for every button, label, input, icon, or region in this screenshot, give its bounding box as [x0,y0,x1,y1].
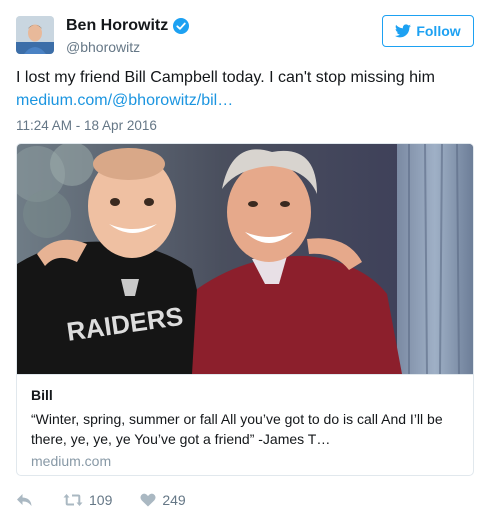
follow-button[interactable]: Follow [382,15,474,47]
card-image: RAIDERS [17,144,473,374]
card-body: Bill “Winter, spring, summer or fall All… [17,374,473,475]
tweet-body: I lost my friend Bill Campbell today. I … [16,69,435,86]
like-button[interactable]: 249 [140,492,186,508]
embedded-tweet: Ben Horowitz @bhorowitz Follow I lost my… [0,0,491,513]
avatar[interactable] [16,16,54,54]
tweet-actions: 109 249 [16,490,186,510]
verified-badge-icon [173,18,190,34]
follow-button-label: Follow [416,23,461,39]
reply-button[interactable] [16,493,33,507]
reply-icon [17,494,32,506]
tweet-link[interactable]: medium.com/@bhorowitz/bil… [16,92,233,109]
card-title: Bill [31,387,53,403]
heart-icon [140,493,156,507]
card-domain: medium.com [31,453,112,469]
display-name[interactable]: Ben Horowitz [66,17,168,35]
twitter-bird-icon [395,24,412,38]
retweet-icon [63,494,83,506]
card-description: “Winter, spring, summer or fall All you’… [31,411,443,447]
retweet-count: 109 [89,492,113,508]
tweet-timestamp[interactable]: 11:24 AM - 18 Apr 2016 [16,118,157,133]
user-handle[interactable]: @bhorowitz [66,39,140,55]
author-name-row[interactable]: Ben Horowitz [66,17,190,35]
link-preview-card[interactable]: RAIDERS Bill “Winter, spring, summer or … [16,143,474,476]
retweet-button[interactable]: 109 [63,492,112,508]
like-count: 249 [162,492,186,508]
tweet-text: I lost my friend Bill Campbell today. I … [16,66,476,112]
